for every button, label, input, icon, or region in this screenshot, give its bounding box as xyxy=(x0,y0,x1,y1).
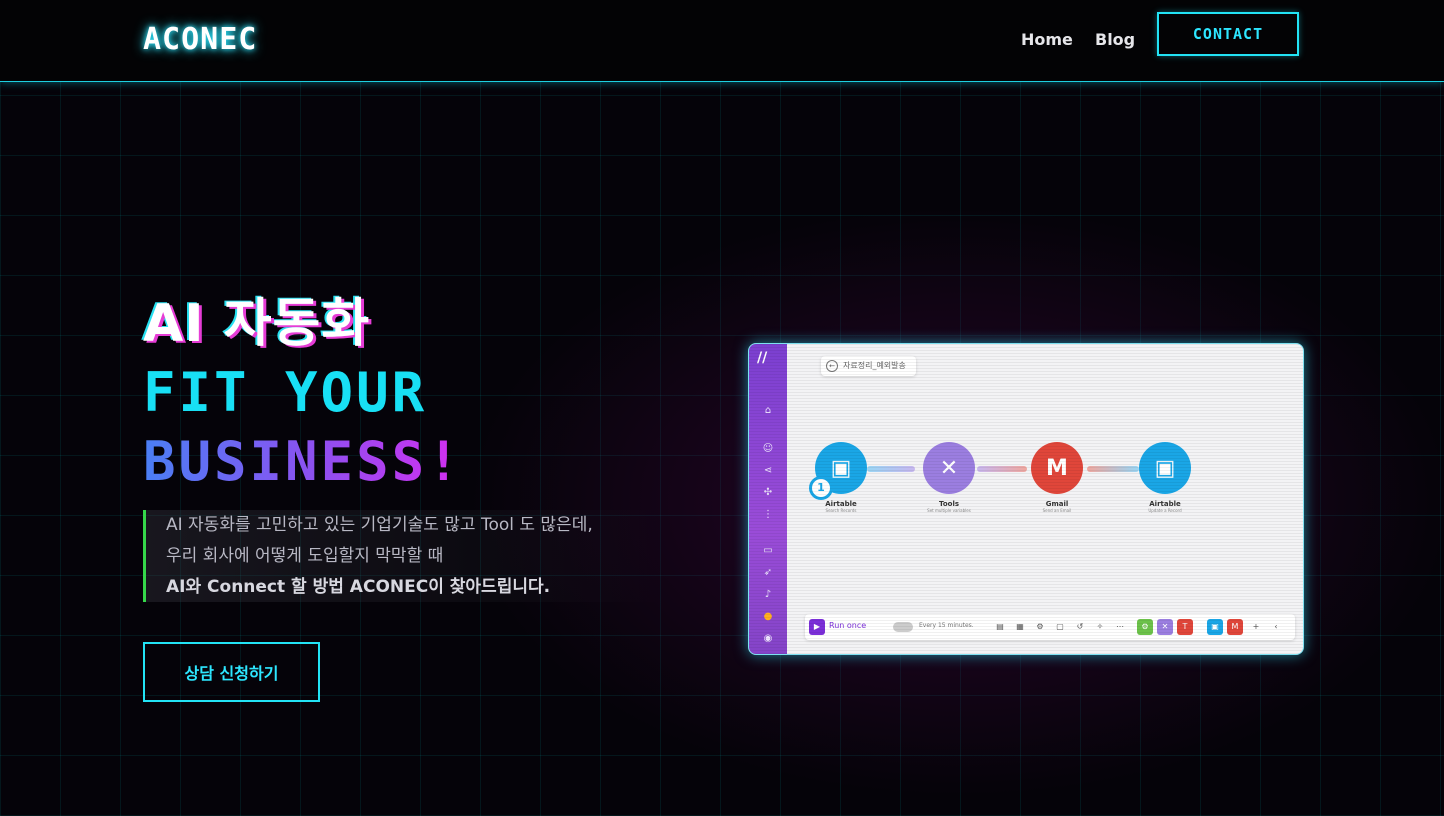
back-icon: ← xyxy=(826,360,838,372)
add-icon: + xyxy=(1252,622,1260,631)
node-label: Airtable xyxy=(825,500,857,508)
box-icon: ▣ xyxy=(1139,442,1191,494)
note-icon: ▢ xyxy=(1056,622,1064,631)
node-label: Tools xyxy=(938,500,960,508)
node-label: Gmail xyxy=(1045,500,1069,508)
book-icon: ▭ xyxy=(763,545,773,556)
scenario-title: ← 자료정리_예외발송 xyxy=(821,356,916,376)
hero-desc-line2: 우리 회사에 어떻게 도입할지 막막할 때 xyxy=(166,546,444,566)
chevron-left-icon: ‹ xyxy=(1274,622,1278,631)
table-icon: ▦ xyxy=(1016,622,1024,631)
node-sublabel: Send an Email xyxy=(1042,508,1072,513)
nav-home[interactable]: Home xyxy=(1021,30,1073,49)
home-icon: ⌂ xyxy=(764,405,772,416)
consult-button[interactable]: 상담 신청하기 xyxy=(143,642,320,702)
product-screenshot: // ⌂ ☺ ⋖ ✣ ⋮ ▭ ➶ ♪ ● ◉ ← 자료정리_예외발송 ▣ Air… xyxy=(748,343,1304,655)
scenario-title-text: 자료정리_예외발송 xyxy=(843,361,906,370)
node-gmail: M Gmail Send an Email xyxy=(1029,442,1085,513)
text-parser-icon: T xyxy=(1177,619,1193,635)
hero-title-line1: AI 자동화 xyxy=(143,294,371,354)
site-logo[interactable]: ACONEC xyxy=(143,22,257,57)
hero-description: AI 자동화를 고민하고 있는 기업기술도 많고 Tool 도 많은데, 우리 … xyxy=(143,510,663,602)
contact-button[interactable]: CONTACT xyxy=(1157,12,1299,56)
hero-title-line2: FIT YOUR xyxy=(143,361,428,424)
ellipsis-icon: ⋯ xyxy=(1116,622,1124,631)
undo-icon: ↺ xyxy=(1076,622,1084,631)
rocket-icon: ➶ xyxy=(763,567,773,578)
more-icon: ⋮ xyxy=(763,509,773,520)
connector-3 xyxy=(1087,466,1139,472)
flow-control-icon: ⚙ xyxy=(1137,619,1153,635)
magic-icon: ✧ xyxy=(1096,622,1104,631)
help-icon: ● xyxy=(763,611,773,622)
avatar-icon: ◉ xyxy=(763,633,773,644)
puzzle-icon: ✣ xyxy=(763,487,773,498)
play-icon: ▶ xyxy=(809,619,825,635)
hero-desc-line3: AI와 Connect 할 방법 ACONEC이 찾아드립니다. xyxy=(166,577,551,597)
site-header: ACONEC Home Blog CONTACT xyxy=(0,0,1444,82)
run-once-label: Run once xyxy=(829,621,867,630)
share-icon: ⋖ xyxy=(763,465,773,476)
gmail-icon: M xyxy=(1031,442,1083,494)
schedule-label: Every 15 minutes. xyxy=(919,622,974,629)
airtable-icon: ▣ xyxy=(1207,619,1223,635)
make-logo-icon: // xyxy=(757,350,768,366)
save-icon: ▤ xyxy=(996,622,1004,631)
node-sublabel: Search Records xyxy=(825,508,857,513)
team-icon: ☺ xyxy=(762,443,774,454)
node-tools: ✕ Tools Set multiple variables xyxy=(921,442,977,513)
node-sublabel: Set multiple variables xyxy=(927,508,971,513)
node-sublabel: Update a Record xyxy=(1148,508,1182,513)
scenario-toolbar: ▶ Run once Every 15 minutes. ▤ ▦ ⚙ ▢ ↺ ✧… xyxy=(805,614,1295,640)
schedule-toggle xyxy=(893,622,913,632)
tools-icon: ✕ xyxy=(1157,619,1173,635)
nav-blog[interactable]: Blog xyxy=(1095,30,1135,49)
node-label: Airtable xyxy=(1149,500,1181,508)
tools-icon: ✕ xyxy=(923,442,975,494)
module-count-badge: 1 xyxy=(809,476,833,500)
app-sidebar: // ⌂ ☺ ⋖ ✣ ⋮ ▭ ➶ ♪ ● ◉ xyxy=(749,344,787,654)
node-airtable-update: ▣ Airtable Update a Record xyxy=(1137,442,1193,513)
gear-icon: ⚙ xyxy=(1036,622,1044,631)
hero-desc-line1: AI 자동화를 고민하고 있는 기업기술도 많고 Tool 도 많은데, xyxy=(166,515,593,535)
gmail-icon: M xyxy=(1227,619,1243,635)
connector-1 xyxy=(867,466,915,472)
connector-2 xyxy=(977,466,1027,472)
bell-icon: ♪ xyxy=(764,589,772,600)
hero-title-line3: BUSINESS! xyxy=(143,430,463,493)
